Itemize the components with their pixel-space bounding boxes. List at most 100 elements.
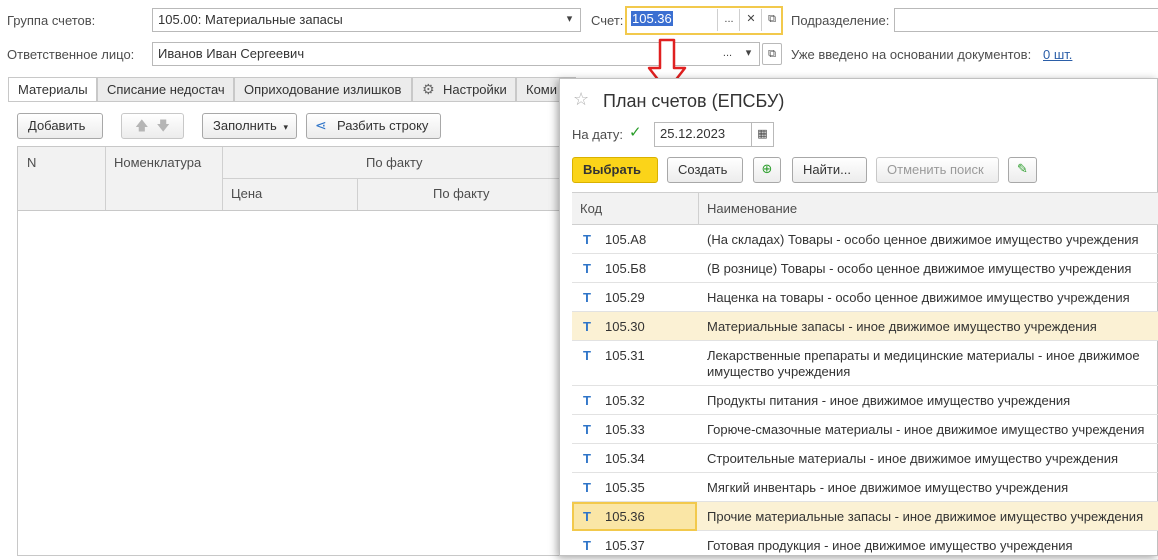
- select-button[interactable]: Выбрать: [572, 157, 658, 183]
- table-header: [18, 147, 567, 211]
- account-type-icon: Т: [583, 290, 591, 305]
- account-code: 105.Б8: [605, 261, 647, 276]
- list-row[interactable]: Т 105.34 Строительные материалы - иное дви…: [572, 444, 1158, 473]
- account-name: Строительные материалы - иное движимое и…: [707, 451, 1119, 466]
- copy-icon[interactable]: ⊕: [753, 157, 781, 183]
- responsible-open-icon[interactable]: ⧉: [762, 43, 782, 65]
- fill-button-label: Заполнить: [213, 118, 277, 133]
- account-label: Счет:: [591, 13, 624, 28]
- based-on-link[interactable]: 0 шт.: [1043, 47, 1072, 62]
- account-code: 105.29: [605, 290, 645, 305]
- date-label: На дату:: [572, 127, 623, 142]
- fill-dropdown-icon: ▾: [283, 122, 288, 132]
- account-name: (На складах) Товары - особо ценное движи…: [707, 232, 1139, 247]
- col-actual-sub-header[interactable]: По факту: [433, 186, 490, 201]
- col-n-header[interactable]: N: [27, 155, 36, 170]
- tab-settings-label: Настройки: [443, 82, 507, 97]
- account-name: Горюче-смазочные материалы - иное движим…: [707, 422, 1145, 437]
- account-code: 105.35: [605, 480, 645, 495]
- col-code-header[interactable]: Код: [580, 201, 602, 216]
- list-row[interactable]: Т 105.35 Мягкий инвентарь - иное движимое …: [572, 473, 1158, 502]
- account-open-icon[interactable]: ⧉: [761, 9, 782, 31]
- add-button[interactable]: Добавить: [17, 113, 103, 139]
- account-type-icon: Т: [583, 348, 591, 363]
- chart-of-accounts-popup: ☆ План счетов (ЕПСБУ) На дату: ✓ 25.12.2…: [559, 78, 1158, 560]
- account-code: 105.37: [605, 538, 645, 553]
- list-row[interactable]: Т 105.33 Горюче-смазочные материалы - иное…: [572, 415, 1158, 444]
- account-clear-button[interactable]: ✕: [739, 9, 762, 31]
- account-name: (В рознице) Товары - особо ценное движим…: [707, 261, 1132, 276]
- responsible-select-button[interactable]: ...: [717, 42, 739, 66]
- tab-shortage-writeoff[interactable]: Списание недостач: [97, 77, 234, 102]
- split-icon: ⋖: [315, 117, 327, 133]
- tab-surplus-receipt[interactable]: Оприходование излишков: [234, 77, 412, 102]
- settings-gear-icon: ⚙: [422, 81, 435, 97]
- list-row[interactable]: Т 105.36 Прочие материальные запасы - иное…: [572, 502, 1158, 531]
- split-row-label: Разбить строку: [337, 118, 429, 133]
- account-select-button[interactable]: ...: [717, 9, 740, 31]
- account-name: Мягкий инвентарь - иное движимое имущест…: [707, 480, 1069, 495]
- col-divider: [222, 178, 567, 179]
- cancel-search-button[interactable]: Отменить поиск: [876, 157, 999, 183]
- account-field[interactable]: 105.36: [628, 9, 716, 31]
- account-code: 105.А8: [605, 232, 647, 247]
- calendar-icon[interactable]: ▦: [752, 122, 774, 147]
- col-divider: [105, 147, 106, 210]
- fill-button[interactable]: Заполнить ▾: [202, 113, 297, 139]
- tab-settings[interactable]: ⚙ Настройки: [412, 77, 516, 102]
- subdivision-field[interactable]: [894, 8, 1158, 32]
- col-nomenclature-header[interactable]: Номенклатура: [114, 155, 201, 170]
- account-type-icon: Т: [583, 319, 591, 334]
- account-type-icon: Т: [583, 509, 591, 524]
- account-type-icon: Т: [583, 422, 591, 437]
- account-type-icon: Т: [583, 393, 591, 408]
- account-name: Прочие материальные запасы - иное движим…: [707, 509, 1144, 524]
- list-row[interactable]: Т 105.31 Лекарственные препараты и медицин…: [572, 341, 1158, 386]
- col-actual-header[interactable]: По факту: [366, 155, 423, 170]
- tab-materials[interactable]: Материалы: [8, 77, 97, 102]
- col-divider: [698, 192, 699, 225]
- subdivision-label: Подразделение:: [791, 13, 890, 28]
- account-name: Продукты питания - иное движимое имущест…: [707, 393, 1071, 408]
- account-type-icon: Т: [583, 480, 591, 495]
- account-code: 105.32: [605, 393, 645, 408]
- account-name: Готовая продукция - иное движимое имущес…: [707, 538, 1073, 553]
- list-row[interactable]: Т 105.30 Материальные запасы - иное движим…: [572, 312, 1158, 341]
- move-up-icon[interactable]: 🡅: [135, 118, 148, 133]
- date-field[interactable]: 25.12.2023: [654, 122, 752, 147]
- account-type-icon: Т: [583, 451, 591, 466]
- account-code: 105.33: [605, 422, 645, 437]
- move-down-icon[interactable]: 🡇: [157, 118, 170, 133]
- responsible-label: Ответственное лицо:: [7, 47, 135, 62]
- responsible-field[interactable]: Иванов Иван Сергеевич: [152, 42, 718, 66]
- col-price-header[interactable]: Цена: [231, 186, 262, 201]
- list-row[interactable]: Т 105.29 Наценка на товары - особо ценное …: [572, 283, 1158, 312]
- find-button[interactable]: Найти...: [792, 157, 867, 183]
- tabs-baseline: [8, 101, 568, 102]
- account-code: 105.31: [605, 348, 645, 363]
- split-row-button[interactable]: ⋖ Разбить строку: [306, 113, 441, 139]
- account-code: 105.36: [605, 509, 645, 524]
- list-row[interactable]: Т 105.А8 (На складах) Товары - особо ценно…: [572, 225, 1158, 254]
- account-name: Наценка на товары - особо ценное движимо…: [707, 290, 1130, 305]
- account-name: Материальные запасы - иное движимое имущ…: [707, 319, 1097, 334]
- col-name-header[interactable]: Наименование: [707, 201, 797, 216]
- move-buttons[interactable]: 🡅 🡇: [121, 113, 184, 139]
- col-divider: [357, 178, 358, 210]
- account-type-icon: Т: [583, 538, 591, 553]
- create-button[interactable]: Создать: [667, 157, 743, 183]
- list-row[interactable]: Т 105.Б8 (В рознице) Товары - особо ценное…: [572, 254, 1158, 283]
- favorite-star-icon[interactable]: ☆: [573, 89, 589, 110]
- group-field[interactable]: 105.00: Материальные запасы: [152, 8, 560, 32]
- list-row[interactable]: Т 105.32 Продукты питания - иное движимое …: [572, 386, 1158, 415]
- account-value: 105.36: [631, 11, 673, 26]
- group-dropdown-button[interactable]: ▾: [559, 8, 581, 32]
- account-name: Лекарственные препараты и медицинские ма…: [707, 348, 1140, 379]
- edit-pencil-icon[interactable]: ✎: [1008, 157, 1037, 183]
- account-type-icon: Т: [583, 232, 591, 247]
- list-header: [572, 192, 1158, 225]
- account-type-icon: Т: [583, 261, 591, 276]
- account-code: 105.34: [605, 451, 645, 466]
- responsible-dropdown-button[interactable]: ▾: [738, 42, 760, 66]
- date-checkbox[interactable]: ✓: [629, 123, 642, 141]
